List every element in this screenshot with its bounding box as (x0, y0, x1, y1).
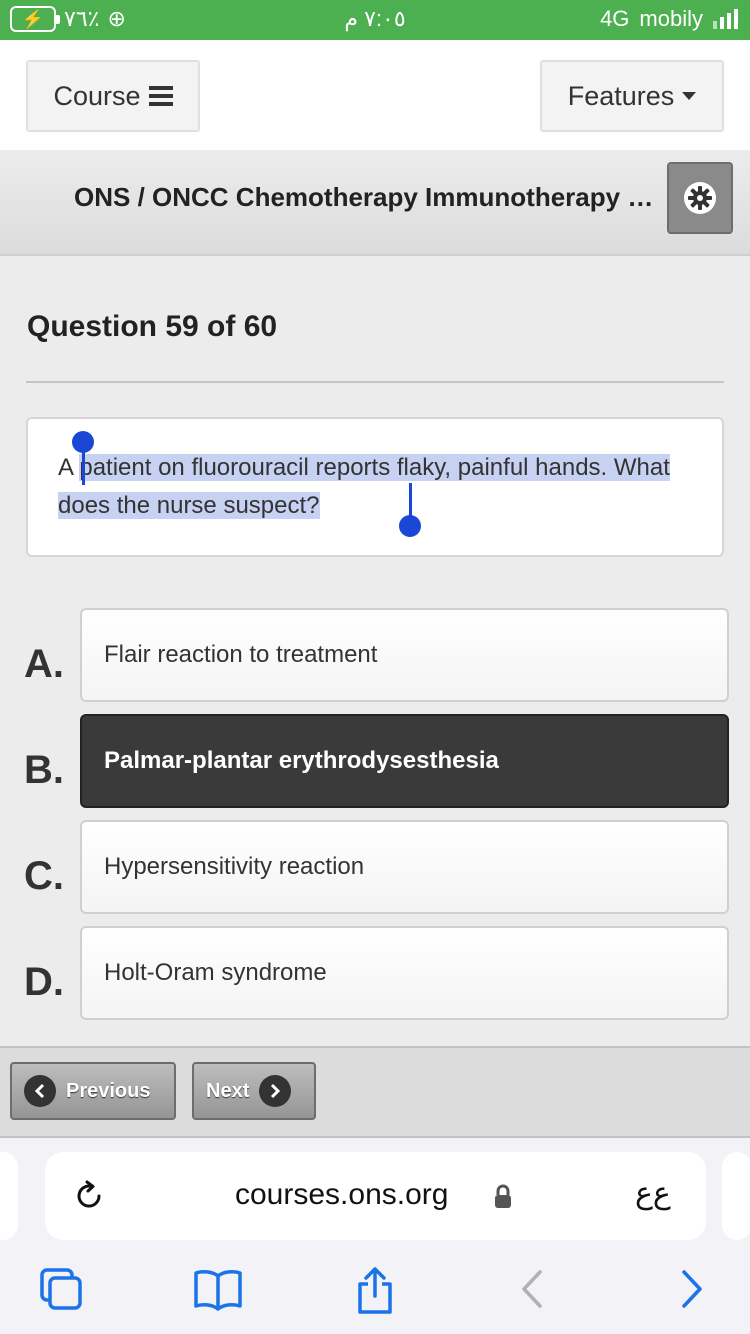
previous-label: Previous (66, 1079, 151, 1102)
course-menu-button[interactable]: Course (26, 60, 200, 132)
tabs-icon[interactable] (38, 1266, 84, 1312)
signal-icon (713, 9, 738, 29)
browser-chrome: courses.ons.org ﻉﻉ (0, 1138, 750, 1334)
next-tab-peek[interactable] (722, 1152, 750, 1240)
bookmarks-icon[interactable] (192, 1266, 244, 1312)
option-a-letter: A. (24, 642, 64, 686)
next-label: Next (206, 1079, 250, 1102)
status-right: 4G mobily (600, 6, 738, 32)
option-c[interactable]: Hypersensitivity reaction (80, 820, 729, 914)
carrier-name: mobily (639, 6, 703, 31)
forward-icon[interactable] (678, 1266, 708, 1312)
features-label: Features (567, 80, 675, 111)
course-menu-label: Course (53, 80, 141, 111)
divider (26, 381, 724, 383)
settings-button[interactable] (667, 162, 733, 234)
url-text: courses.ons.org (235, 1178, 449, 1211)
question-box: A patient on fluorouracil reports flaky,… (26, 417, 724, 557)
option-b-letter: B. (24, 748, 64, 792)
lock-icon (495, 1184, 511, 1208)
option-a[interactable]: Flair reaction to treatment (80, 608, 729, 702)
question-text[interactable]: A patient on fluorouracil reports flaky,… (58, 449, 698, 525)
question-prefix: A (58, 454, 73, 481)
chevron-right-icon (259, 1075, 292, 1107)
top-nav: Course Features (0, 40, 750, 150)
pager: Previous Next (0, 1046, 750, 1138)
text-size-button[interactable]: ﻉﻉ (635, 1176, 671, 1211)
course-title-bar: ONS / ONCC Chemotherapy Immunotherapy Ce… (0, 150, 750, 256)
selection-end-handle[interactable] (399, 483, 421, 537)
option-d-letter: D. (24, 960, 64, 1004)
previous-button[interactable]: Previous (10, 1062, 176, 1120)
question-counter: Question 59 of 60 (27, 310, 278, 343)
quiz-content: Question 59 of 60 A patient on fluoroura… (0, 256, 750, 1046)
option-d[interactable]: Holt-Oram syndrome (80, 926, 729, 1020)
course-title: ONS / ONCC Chemotherapy Immunotherapy Ce… (74, 182, 664, 212)
browser-toolbar (0, 1266, 750, 1326)
selected-text: patient on fluorouracil reports flaky, p… (58, 454, 670, 519)
features-dropdown-button[interactable]: Features (540, 60, 724, 132)
address-bar[interactable]: courses.ons.org ﻉﻉ (45, 1152, 706, 1240)
gear-icon (684, 182, 716, 214)
next-button[interactable]: Next (192, 1062, 316, 1120)
chevron-left-icon (24, 1075, 56, 1107)
option-b[interactable]: Palmar-plantar erythrodysesthesia (80, 714, 729, 808)
network-type: 4G (600, 6, 630, 31)
share-icon[interactable] (354, 1266, 396, 1316)
reload-icon[interactable] (71, 1178, 107, 1214)
back-icon[interactable] (516, 1266, 546, 1312)
selection-start-handle[interactable] (72, 431, 94, 485)
caret-down-icon (682, 92, 697, 100)
prev-tab-peek[interactable] (0, 1152, 18, 1240)
option-c-letter: C. (24, 854, 64, 898)
hamburger-icon (148, 86, 173, 106)
status-bar: ⚡ ٧٦٪ ⊕ ٧:٠٥ م 4G mobily (0, 0, 750, 40)
